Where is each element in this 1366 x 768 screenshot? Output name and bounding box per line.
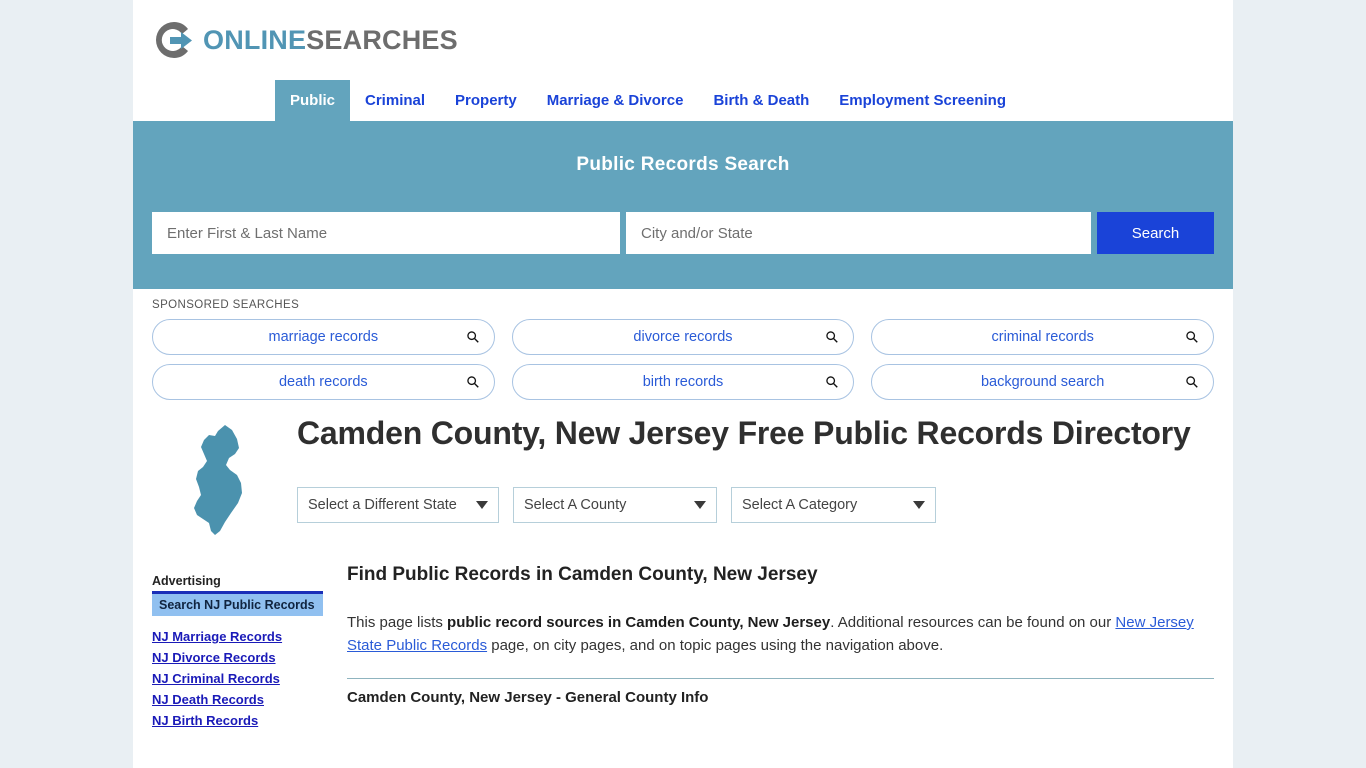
select-state-label: Select a Different State [308,496,457,513]
chevron-down-icon [694,500,706,509]
filter-selects: Select a Different State Select A County… [297,486,1214,523]
magnifier-icon [825,375,839,389]
intro-text-1: This page lists [347,614,448,631]
page-root: ONLINESEARCHES Public Criminal Property … [0,0,1366,768]
sidebar-link-nj-birth-records[interactable]: NJ Birth Records [152,713,323,728]
page-title-block: Camden County, New Jersey Free Public Re… [133,400,1233,538]
chevron-down-icon [476,500,488,509]
magnifier-icon [825,330,839,344]
sponsored-searches: SPONSORED SEARCHES marriage records divo… [133,289,1233,400]
select-category-label: Select A Category [742,496,858,513]
pill-label: birth records [642,374,724,390]
section-title: Find Public Records in Camden County, Ne… [347,564,818,585]
magnifier-icon [1185,375,1199,389]
sidebar: Advertising Search NJ Public Records NJ … [152,538,323,734]
pill-label: background search [980,374,1105,390]
sponsored-pill-marriage-records[interactable]: marriage records [152,319,495,355]
logo-searches-text: SEARCHES [306,24,458,55]
tab-employment-screening[interactable]: Employment Screening [824,80,1021,121]
pill-label: marriage records [268,329,379,345]
search-button[interactable]: Search [1097,212,1214,254]
sponsored-pill-birth-records[interactable]: birth records [511,364,855,400]
sponsored-pill-criminal-records[interactable]: criminal records [871,319,1214,355]
sidebar-link-nj-marriage-records[interactable]: NJ Marriage Records [152,629,323,644]
pill-label: criminal records [991,329,1094,345]
select-state-dropdown[interactable]: Select a Different State [297,486,499,523]
city-state-search-input[interactable] [626,212,1091,254]
chevron-down-icon [913,500,925,509]
banner-title: Public Records Search [576,154,790,175]
sidebar-link-nj-criminal-records[interactable]: NJ Criminal Records [152,671,323,686]
intro-paragraph: This page lists public record sources in… [347,612,1214,657]
magnifier-icon [1185,330,1199,344]
select-category-dropdown[interactable]: Select A Category [731,486,936,523]
sidebar-links: NJ Marriage Records NJ Divorce Records N… [152,629,323,728]
new-jersey-state-map-icon [152,415,287,538]
tab-public[interactable]: Public [275,80,351,121]
sponsored-pill-divorce-records[interactable]: divorce records [511,319,855,355]
title-column: Camden County, New Jersey Free Public Re… [287,415,1214,538]
site-header: ONLINESEARCHES [133,0,1233,80]
logo-online-text: ONLINE [203,24,307,55]
primary-nav: Public Criminal Property Marriage & Divo… [133,80,1233,124]
select-county-dropdown[interactable]: Select A County [513,486,717,523]
advertising-label: Advertising [152,574,221,588]
magnifier-icon [466,375,480,389]
content-columns: Advertising Search NJ Public Records NJ … [133,538,1233,734]
pill-label: death records [278,374,368,390]
search-banner: Public Records Search Search [133,124,1233,289]
tab-birth-death[interactable]: Birth & Death [698,80,824,121]
circle-arrow-logo-icon[interactable] [152,18,196,62]
sponsored-pill-grid: marriage records divorce records crimina… [152,319,1214,400]
intro-text-2: . Additional resources can be found on o… [830,614,1116,631]
sponsored-pill-background-search[interactable]: background search [871,364,1214,400]
intro-text-3: page, on city pages, and on topic pages … [487,636,944,654]
divider [347,678,1214,679]
pill-label: divorce records [633,329,733,345]
tab-marriage-divorce[interactable]: Marriage & Divorce [532,80,699,121]
search-form: Search [133,212,1233,254]
tab-criminal[interactable]: Criminal [350,80,440,121]
sponsored-pill-death-records[interactable]: death records [152,364,495,400]
name-search-input[interactable] [152,212,620,254]
promo-search-nj-public-records[interactable]: Search NJ Public Records [152,591,323,616]
sponsored-label: SPONSORED SEARCHES [152,299,300,311]
page-title: Camden County, New Jersey Free Public Re… [297,415,1191,451]
intro-bold-1: public record sources in Camden County, … [447,614,831,631]
site-container: ONLINESEARCHES Public Criminal Property … [133,0,1233,768]
sidebar-link-nj-divorce-records[interactable]: NJ Divorce Records [152,650,323,665]
sidebar-link-nj-death-records[interactable]: NJ Death Records [152,692,323,707]
magnifier-icon [466,330,480,344]
site-logo-text[interactable]: ONLINESEARCHES [203,25,458,56]
result-heading-general-county-info: Camden County, New Jersey - General Coun… [347,689,709,706]
main-content: Find Public Records in Camden County, Ne… [323,538,1214,734]
tab-property[interactable]: Property [440,80,532,121]
select-county-label: Select A County [524,496,627,513]
